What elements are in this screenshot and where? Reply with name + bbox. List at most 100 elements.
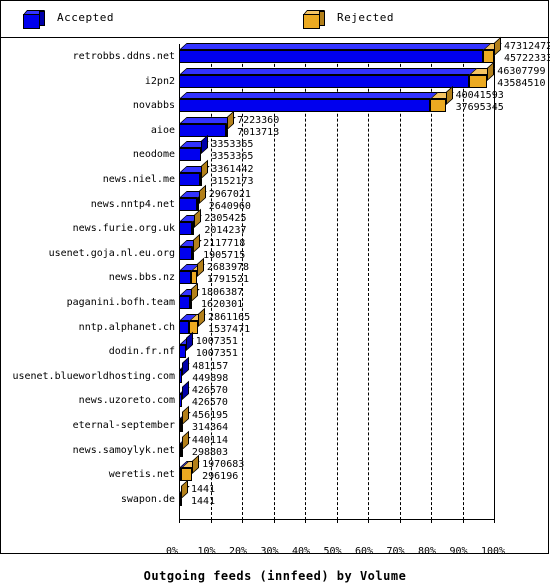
value-label-accepted: 449898 bbox=[192, 373, 228, 384]
value-label-accepted: 426570 bbox=[192, 397, 228, 408]
bar-end-cap bbox=[181, 479, 188, 498]
x-tick-label: 30% bbox=[261, 546, 279, 557]
bar-segment-accepted bbox=[179, 296, 190, 309]
x-tick-30 bbox=[274, 519, 275, 523]
x-tick-90 bbox=[463, 519, 464, 523]
x-tick-label: 60% bbox=[355, 546, 373, 557]
rejected-cube-icon bbox=[303, 10, 325, 29]
value-label-total: 1441 bbox=[191, 484, 215, 495]
bar-row bbox=[179, 394, 182, 407]
value-label-total: 46307799 bbox=[497, 66, 545, 77]
bar-end-cap bbox=[197, 258, 204, 277]
bar-end-cap bbox=[201, 135, 208, 154]
bar-end-cap bbox=[182, 356, 189, 375]
x-tick-label: 50% bbox=[324, 546, 342, 557]
bar-row bbox=[179, 296, 191, 309]
bar-top-face bbox=[179, 68, 495, 75]
bar-row bbox=[179, 468, 192, 481]
bar-segment-rejected bbox=[430, 99, 446, 112]
bar-end-cap bbox=[446, 86, 453, 105]
bar-segment-accepted bbox=[179, 124, 226, 137]
bar-row bbox=[179, 271, 197, 284]
bar-segment-accepted bbox=[179, 247, 192, 260]
bar-segment-accepted bbox=[179, 222, 192, 235]
bar-segment-accepted bbox=[179, 173, 200, 186]
bar-end-cap bbox=[193, 233, 200, 252]
category-label: neodome bbox=[133, 149, 175, 160]
x-tick-50 bbox=[337, 519, 338, 523]
value-label-accepted: 2014237 bbox=[204, 225, 246, 236]
gridline-60pct bbox=[368, 44, 369, 520]
accepted-cube-icon bbox=[23, 10, 45, 29]
bar-segment-accepted bbox=[179, 271, 191, 284]
category-label: news.bbs.nz bbox=[109, 272, 175, 283]
value-label-total: 7223360 bbox=[237, 115, 279, 126]
value-label-accepted: 37695345 bbox=[456, 102, 504, 113]
bar-segment-accepted bbox=[179, 99, 430, 112]
value-label-accepted: 3152173 bbox=[211, 176, 253, 187]
x-tick-label: 100% bbox=[481, 546, 505, 557]
value-label-total: 1806387 bbox=[201, 287, 243, 298]
gridline-70pct bbox=[400, 44, 401, 520]
bar-end-cap bbox=[182, 430, 189, 449]
bar-row bbox=[179, 345, 186, 358]
category-label: paganini.bofh.team bbox=[67, 297, 175, 308]
value-label-total: 2117718 bbox=[203, 238, 245, 249]
bar-end-cap bbox=[227, 110, 234, 129]
bar-end-cap bbox=[191, 283, 198, 302]
x-axis-title: Outgoing feeds (innfeed) by Volume bbox=[1, 569, 549, 583]
x-tick-20 bbox=[242, 519, 243, 523]
value-label-total: 3361442 bbox=[211, 164, 253, 175]
bar-segment-accepted bbox=[179, 345, 186, 358]
gridline-50pct bbox=[337, 44, 338, 520]
bar-segment-accepted bbox=[179, 75, 469, 88]
bar-segment-rejected bbox=[191, 271, 197, 284]
category-label: novabbs bbox=[133, 100, 175, 111]
value-label-accepted: 7013713 bbox=[237, 127, 279, 138]
value-label-total: 2861165 bbox=[208, 312, 250, 323]
bar-end-cap bbox=[194, 209, 201, 228]
x-tick-label: 90% bbox=[450, 546, 468, 557]
x-axis-max-line bbox=[494, 44, 495, 520]
category-label: news.samoylyk.net bbox=[73, 445, 175, 456]
gridline-90pct bbox=[463, 44, 464, 520]
value-label-total: 456195 bbox=[192, 410, 228, 421]
value-label-accepted: 1620301 bbox=[201, 299, 243, 310]
bar-segment-accepted bbox=[179, 321, 189, 334]
legend-label-accepted: Accepted bbox=[57, 11, 114, 24]
bar-row bbox=[179, 75, 487, 88]
bar-row bbox=[179, 370, 182, 383]
x-tick-80 bbox=[431, 519, 432, 523]
bar-end-cap bbox=[192, 455, 199, 474]
bar-segment-accepted bbox=[179, 50, 483, 63]
bar-row bbox=[179, 124, 227, 137]
value-label-total: 3353365 bbox=[211, 139, 253, 150]
bar-segment-rejected bbox=[189, 321, 198, 334]
value-label-accepted: 1905715 bbox=[203, 250, 245, 261]
value-label-accepted: 314364 bbox=[192, 422, 228, 433]
gridline-80pct bbox=[431, 44, 432, 520]
x-tick-label: 20% bbox=[229, 546, 247, 557]
bar-row bbox=[179, 222, 194, 235]
chart-plot-area: retrobbs.ddns.net4731247245722333i2pn246… bbox=[1, 38, 549, 554]
bar-segment-accepted bbox=[179, 148, 201, 161]
x-tick-100 bbox=[494, 519, 495, 523]
value-label-total: 40041593 bbox=[456, 90, 504, 101]
bar-end-cap bbox=[201, 160, 208, 179]
category-label: i2pn2 bbox=[145, 76, 175, 87]
value-label-accepted: 1441 bbox=[191, 496, 215, 507]
bar-top-face bbox=[179, 43, 502, 50]
bar-end-cap bbox=[182, 381, 189, 400]
category-label: usenet.goja.nl.eu.org bbox=[49, 248, 175, 259]
x-tick-40 bbox=[305, 519, 306, 523]
bar-row bbox=[179, 148, 201, 161]
bar-row bbox=[179, 173, 201, 186]
gridline-40pct bbox=[305, 44, 306, 520]
value-label-total: 2305425 bbox=[204, 213, 246, 224]
bar-segment-accepted bbox=[179, 198, 197, 211]
bar-end-cap bbox=[198, 307, 205, 326]
value-label-accepted: 1791521 bbox=[207, 274, 249, 285]
value-label-accepted: 296196 bbox=[202, 471, 238, 482]
value-label-accepted: 1537471 bbox=[208, 324, 250, 335]
bar-row bbox=[179, 444, 182, 457]
